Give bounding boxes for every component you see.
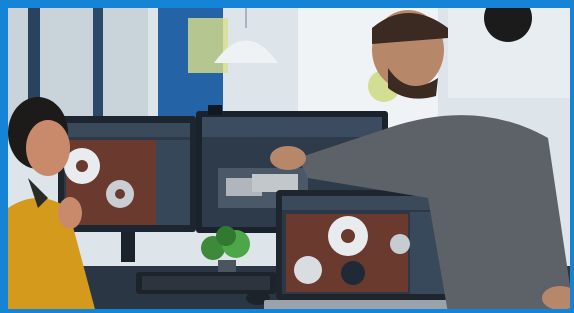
keyboard-icon: [136, 272, 276, 294]
yellow-poster: [188, 18, 228, 73]
window-frame-mid: [93, 8, 103, 128]
photo-frame: [0, 0, 574, 313]
office-photo: [8, 8, 570, 309]
